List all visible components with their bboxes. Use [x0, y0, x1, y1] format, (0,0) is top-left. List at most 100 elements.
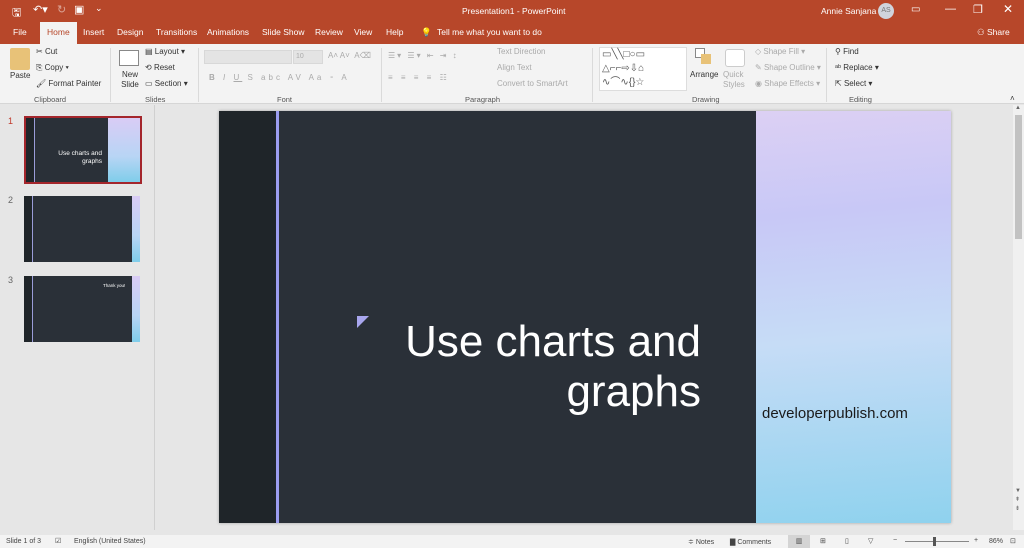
quick-styles-button[interactable]: Quick Styles — [723, 70, 747, 90]
tab-home[interactable]: Home — [40, 22, 77, 44]
zoom-slider-thumb[interactable] — [933, 537, 936, 546]
cut-button[interactable]: ✂ Cut — [36, 47, 57, 56]
share-button[interactable]: ⚇ Share — [977, 27, 1010, 38]
comments-label: Comments — [737, 539, 772, 546]
format-painter-button[interactable]: 🖌 Format Painter — [36, 79, 101, 88]
fit-to-window-icon[interactable]: ⊡ — [1010, 537, 1016, 545]
find-button[interactable]: ⚲ Find — [835, 47, 859, 56]
undo-icon[interactable]: ↶▾ — [33, 3, 48, 16]
paste-icon — [10, 48, 30, 70]
cursor-icon: ⇱ — [835, 79, 842, 88]
slideshow-view-icon[interactable]: ▽ — [868, 537, 873, 545]
replace-icon: ᵃᵇ — [835, 63, 841, 72]
font-size-select[interactable]: 10 — [293, 50, 323, 64]
convert-smartart-button[interactable]: Convert to SmartArt — [497, 79, 568, 88]
tab-insert[interactable]: Insert — [83, 27, 104, 37]
notes-button[interactable]: ≑ Notes — [688, 538, 714, 546]
slide-thumbnail-3[interactable]: Thank you! — [24, 276, 140, 342]
redo-icon[interactable]: ↻ — [57, 3, 66, 16]
font-size-buttons[interactable]: A˄ A˅ A⌫ — [328, 51, 371, 60]
slide-gradient-panel — [756, 111, 951, 523]
vertical-scrollbar[interactable]: ▲ ▼ ⇞ ⇟ — [1013, 105, 1024, 530]
slide-thumbnail-pane: 1 Use charts and graphs 2 3 Thank you! — [0, 105, 155, 530]
slide-sorter-icon[interactable]: ⊞ — [820, 537, 826, 545]
new-slide-button[interactable]: New Slide — [117, 70, 143, 90]
shapes-gallery[interactable]: ▭╲╲□○▭ △⌐⌐⇨⇩⌂ ∿⌒∿{}☆ — [599, 47, 687, 91]
slide-thumbnail-2[interactable] — [24, 196, 140, 262]
paste-button[interactable]: Paste — [10, 71, 30, 80]
reading-view-icon[interactable]: ▯ — [845, 537, 849, 545]
customize-toolbar-icon[interactable]: ⌄ — [95, 3, 103, 14]
tab-review[interactable]: Review — [315, 27, 343, 37]
normal-view-icon[interactable]: ▥ — [788, 535, 810, 548]
start-slideshow-icon[interactable]: ▣ — [74, 3, 84, 16]
ribbon-display-icon[interactable]: ▭ — [911, 4, 920, 15]
font-group-label: Font — [277, 95, 293, 104]
tab-animations[interactable]: Animations — [207, 27, 249, 37]
scrollbar-thumb[interactable] — [1015, 115, 1022, 239]
text-direction-button[interactable]: Text Direction — [497, 47, 545, 56]
select-button[interactable]: ⇱ Select ▾ — [835, 79, 872, 88]
section-button[interactable]: ▭ Section ▾ — [145, 79, 188, 88]
list-buttons[interactable]: ☰▾ ☰▾ ⇤ ⇥ ↕ — [388, 51, 459, 60]
reset-button[interactable]: ⟲ Reset — [145, 63, 175, 72]
shape-effects-label: Shape Effects — [764, 79, 814, 88]
shape-effects-button[interactable]: ◉ Shape Effects ▾ — [755, 79, 820, 88]
separator — [381, 48, 382, 102]
align-text-button[interactable]: Align Text — [497, 63, 532, 72]
tab-help[interactable]: Help — [386, 27, 403, 37]
close-icon[interactable]: ✕ — [1003, 2, 1013, 16]
person-icon: ⚇ — [977, 27, 987, 37]
copy-button[interactable]: ⎘ Copy ▾ — [36, 63, 69, 73]
title-bar: 🖫 ↶▾ ↻ ▣ ⌄ Presentation1 - PowerPoint An… — [0, 0, 1024, 22]
tab-slide-show[interactable]: Slide Show — [262, 27, 305, 37]
separator — [826, 48, 827, 102]
tab-transitions[interactable]: Transitions — [156, 27, 197, 37]
tab-view[interactable]: View — [354, 27, 372, 37]
zoom-out-button[interactable]: − — [893, 537, 897, 544]
language-indicator[interactable]: English (United States) — [74, 538, 146, 545]
triangle-decoration — [357, 316, 369, 328]
zoom-level[interactable]: 86% — [989, 538, 1003, 545]
format-painter-label: Format Painter — [48, 79, 102, 88]
thumbnail-number: 3 — [8, 275, 14, 285]
tab-design[interactable]: Design — [117, 27, 143, 37]
tell-me-search[interactable]: Tell me what you want to do — [437, 27, 542, 37]
avatar[interactable]: AS — [878, 3, 894, 19]
separator — [198, 48, 199, 102]
search-icon: ⚲ — [835, 47, 841, 56]
minimize-icon[interactable]: — — [945, 3, 956, 15]
ribbon: Paste ✂ Cut ⎘ Copy ▾ 🖌 Format Painter Cl… — [0, 44, 1024, 104]
save-icon[interactable]: 🖫 — [12, 4, 21, 23]
shape-fill-label: Shape Fill — [763, 47, 799, 56]
window-title: Presentation1 - PowerPoint — [462, 6, 566, 16]
zoom-in-button[interactable]: + — [974, 537, 978, 544]
slide-accent-line — [276, 111, 279, 523]
user-name[interactable]: Annie Sanjana — [821, 6, 876, 16]
arrange-icon — [695, 48, 713, 66]
font-format-buttons[interactable]: B I U S abc AV Aa ⁃ A — [209, 73, 350, 82]
replace-button[interactable]: ᵃᵇ Replace ▾ — [835, 63, 879, 72]
alignment-buttons[interactable]: ≡ ≡ ≡ ≡ ☷ — [388, 73, 450, 82]
share-label: Share — [986, 27, 1010, 37]
separator — [110, 48, 111, 102]
new-slide-icon — [119, 50, 139, 66]
select-label: Select — [843, 79, 867, 88]
shape-outline-button[interactable]: ✎ Shape Outline ▾ — [755, 63, 821, 72]
layout-button[interactable]: ▤ Layout ▾ — [145, 47, 185, 56]
slide-thumbnail-1[interactable]: Use charts and graphs — [24, 116, 142, 184]
comments-button[interactable]: ▇ Comments — [730, 538, 771, 546]
shape-fill-button[interactable]: ◇ Shape Fill ▾ — [755, 47, 805, 56]
slide-title[interactable]: Use charts and graphs — [369, 317, 701, 417]
notes-label: Notes — [695, 539, 715, 546]
tab-file[interactable]: File — [13, 27, 27, 37]
spellcheck-icon[interactable]: ☑ — [55, 537, 61, 545]
slide-footer-text[interactable]: developerpublish.com — [762, 405, 908, 422]
restore-icon[interactable]: ❐ — [973, 3, 983, 16]
font-family-select[interactable] — [204, 50, 292, 64]
zoom-slider[interactable] — [905, 541, 969, 542]
arrange-button[interactable]: Arrange — [690, 70, 718, 79]
collapse-ribbon-icon[interactable]: ˄ — [1010, 94, 1015, 103]
slide-canvas[interactable]: Use charts and graphs developerpublish.c… — [219, 111, 951, 523]
section-label: Section — [154, 79, 182, 88]
